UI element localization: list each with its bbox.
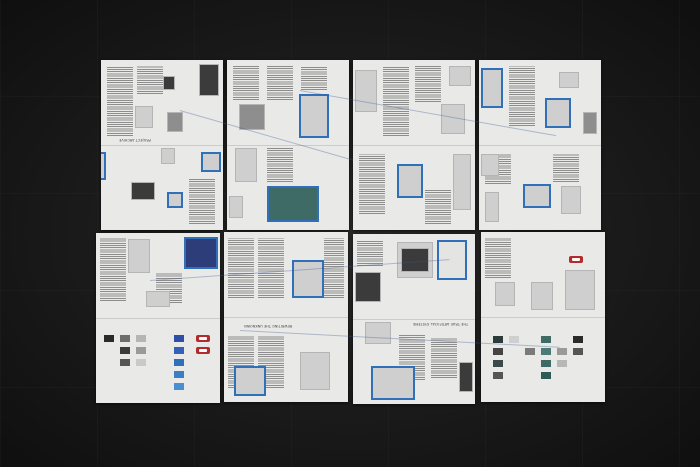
poster-sheet-8	[481, 232, 605, 402]
poster-sheet-4	[479, 60, 601, 230]
poster-sheet-6: REWRITING THE UNKNOWN	[224, 232, 348, 402]
sheet-7-heading: THE TRUE ARTIFICIAL SYSTEMS	[413, 322, 468, 326]
poster-sheet-1: PROJECT ARCHIVE	[101, 60, 223, 230]
fold-line	[479, 145, 601, 146]
poster-sheet-2	[227, 60, 349, 230]
fold-line	[96, 318, 220, 319]
fold-line	[101, 145, 223, 146]
poster-sheet-7: THE TRUE ARTIFICIAL SYSTEMS	[353, 234, 475, 404]
fold-line	[224, 317, 348, 318]
fold-line	[353, 319, 475, 320]
poster-sheet-5	[96, 233, 220, 403]
poster-sheet-3	[353, 60, 475, 230]
fold-line	[481, 317, 605, 318]
fold-line	[227, 145, 349, 146]
fold-line	[353, 145, 475, 146]
sheet-6-heading: REWRITING THE UNKNOWN	[244, 324, 293, 328]
